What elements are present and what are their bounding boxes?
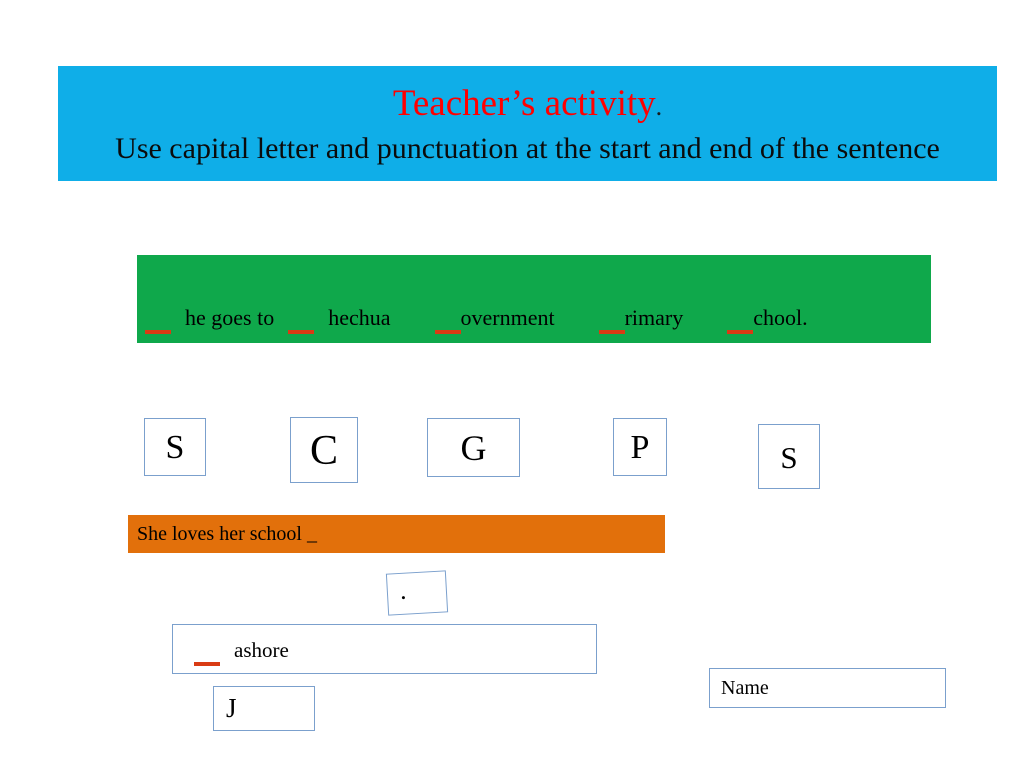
orange-sentence-bar: She loves her school _ xyxy=(128,515,665,553)
letter-tile-label: J xyxy=(226,693,237,723)
green-segment-3: overnment xyxy=(460,305,555,330)
letter-tile-j[interactable]: J xyxy=(213,686,315,731)
letter-tile-label: C xyxy=(309,428,338,474)
letter-tile-label: S xyxy=(165,429,185,466)
letter-tile-c[interactable]: C xyxy=(290,417,358,483)
blank-4[interactable] xyxy=(598,324,625,334)
green-segment-4: rimary xyxy=(624,305,684,330)
green-segment-2: hechua xyxy=(328,305,391,330)
blank-5[interactable] xyxy=(727,324,754,334)
blank-3[interactable] xyxy=(434,324,461,334)
green-sentence-banner: he goes to hechua overnment rimary chool. xyxy=(137,255,931,343)
period-glyph: . xyxy=(399,575,408,605)
letter-tile-s-1[interactable]: S xyxy=(144,418,206,476)
page-subtitle: Use capital letter and punctuation at th… xyxy=(115,132,940,165)
letter-tile-label: P xyxy=(630,429,650,466)
period-tile[interactable]: . xyxy=(385,570,449,616)
ashore-word-box[interactable]: ashore xyxy=(172,624,597,674)
letter-tile-p[interactable]: P xyxy=(613,418,667,476)
ashore-text: ashore xyxy=(194,637,289,666)
green-segment-1: he goes to xyxy=(185,305,275,330)
name-field-box[interactable]: Name xyxy=(709,668,946,708)
letter-tile-label: S xyxy=(780,440,798,475)
page-title-period: . xyxy=(655,92,663,121)
letter-tile-label: G xyxy=(460,428,487,468)
slide-canvas: Teacher’s activity. Use capital letter a… xyxy=(0,0,1024,768)
orange-sentence-text: She loves her school _ xyxy=(137,523,317,545)
blank-2[interactable] xyxy=(288,324,315,334)
letter-tile-g[interactable]: G xyxy=(427,418,520,477)
header-banner: Teacher’s activity. Use capital letter a… xyxy=(58,66,997,181)
ashore-blank[interactable] xyxy=(194,656,220,666)
blank-1[interactable] xyxy=(145,324,171,334)
letter-tile-s-2[interactable]: S xyxy=(758,424,820,489)
green-sentence-text: he goes to hechua overnment rimary chool. xyxy=(145,305,808,334)
name-field-label: Name xyxy=(721,677,769,699)
green-segment-5: chool. xyxy=(753,305,808,330)
page-title-text: Teacher’s activity xyxy=(392,83,656,124)
page-title: Teacher’s activity. xyxy=(58,82,997,129)
ashore-word: ashore xyxy=(234,638,289,662)
